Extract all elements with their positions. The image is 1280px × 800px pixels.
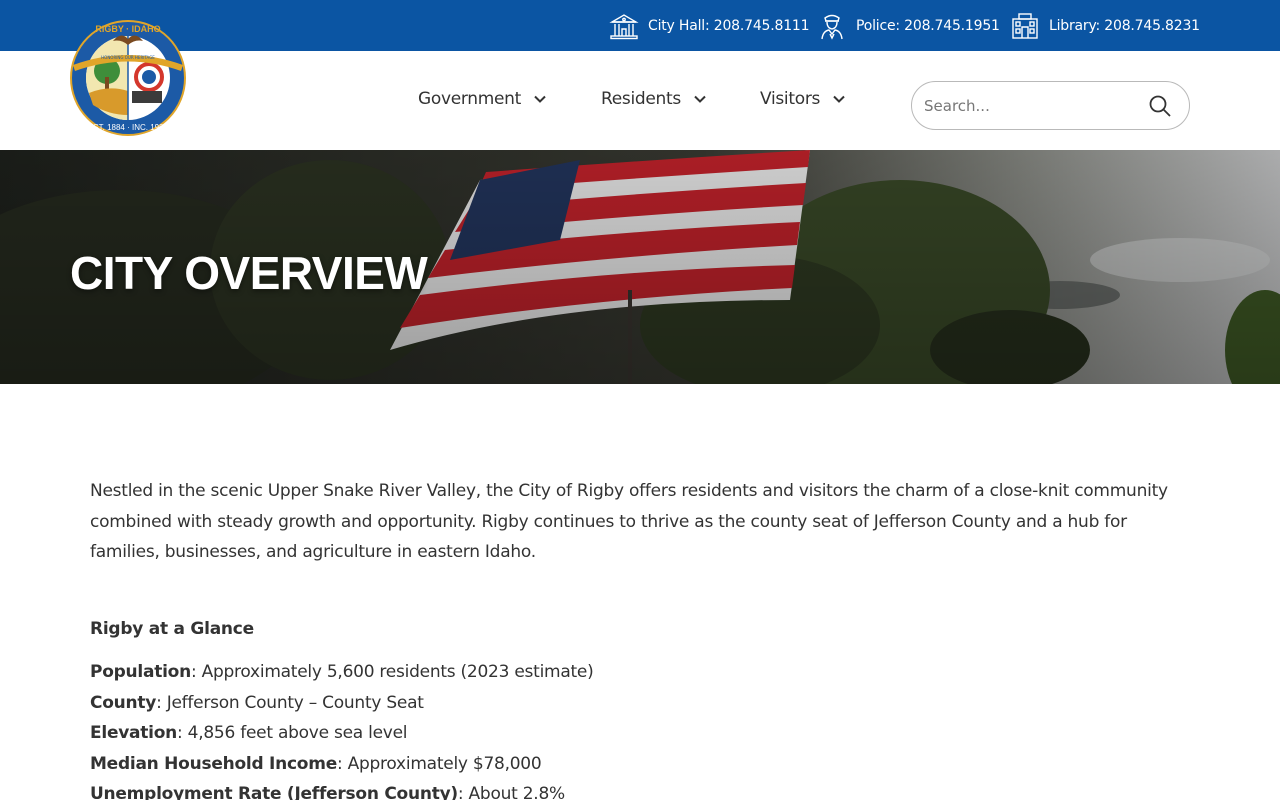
fact-label: Elevation [90,723,178,743]
nav-visitors-label: Visitors [760,88,821,109]
intro-paragraph: Nestled in the scenic Upper Snake River … [90,481,1168,562]
fact-label: Population [90,662,191,682]
fact-unemployment: Unemployment Rate (Jefferson County): Ab… [90,779,990,800]
police-phone-link[interactable]: Police: 208.745.1951 [817,0,1000,51]
library-building-icon [1010,11,1040,41]
fact-county: County: Jefferson County – County Seat [90,688,990,719]
glance-heading: Rigby at a Glance [90,619,254,639]
library-phone-link[interactable]: Library: 208.745.8231 [1010,0,1200,51]
chevron-down-icon [832,92,846,106]
facts-list: Population: Approximately 5,600 resident… [90,657,990,800]
search-box [911,81,1190,130]
library-phone-text: Library: 208.745.8231 [1049,17,1200,34]
chevron-down-icon [693,92,707,106]
fact-median-income: Median Household Income: Approximately $… [90,749,990,780]
top-contact-bar: City Hall: 208.745.8111 Police: 208.745.… [0,0,1280,51]
nav-government[interactable]: Government [418,51,547,146]
fact-label: Unemployment Rate (Jefferson County) [90,784,458,800]
svg-text:HONORING OUR HERITAGE: HONORING OUR HERITAGE [101,55,155,60]
search-icon[interactable] [1148,94,1172,118]
svg-text:RIGBY · IDAHO: RIGBY · IDAHO [95,24,160,34]
fact-value: : About 2.8% [457,784,565,800]
fact-value: : 4,856 feet above sea level [177,723,408,743]
nav-government-label: Government [418,88,522,109]
police-phone-text: Police: 208.745.1951 [856,17,1000,34]
svg-text:EST. 1884 · INC. 1903: EST. 1884 · INC. 1903 [88,123,169,132]
city-hall-icon [609,11,639,41]
fact-elevation: Elevation: 4,856 feet above sea level [90,718,990,749]
nav-residents[interactable]: Residents [601,51,707,146]
police-officer-icon [817,11,847,41]
nav-visitors[interactable]: Visitors [760,51,846,146]
search-input[interactable] [924,92,1144,120]
fact-value: : Jefferson County – County Seat [156,692,424,713]
fact-population: Population: Approximately 5,600 resident… [90,657,990,688]
fact-value: : Approximately $78,000 [336,753,542,774]
city-hall-phone-link[interactable]: City Hall: 208.745.8111 [609,0,810,51]
nav-residents-label: Residents [601,88,681,109]
fact-value: : Approximately 5,600 residents (2023 es… [190,662,594,682]
city-seal-logo[interactable]: HONORING OUR HERITAGE RIGBY · IDAHO EST.… [69,19,187,137]
fact-label: County [90,692,157,713]
city-hall-phone-text: City Hall: 208.745.8111 [648,17,810,34]
hero-banner: CITY OVERVIEW [0,150,1280,384]
main-content: Nestled in the scenic Upper Snake River … [90,476,1190,800]
chevron-down-icon [533,92,547,106]
page-title: CITY OVERVIEW [70,247,428,299]
fact-label: Median Household Income [90,753,337,774]
